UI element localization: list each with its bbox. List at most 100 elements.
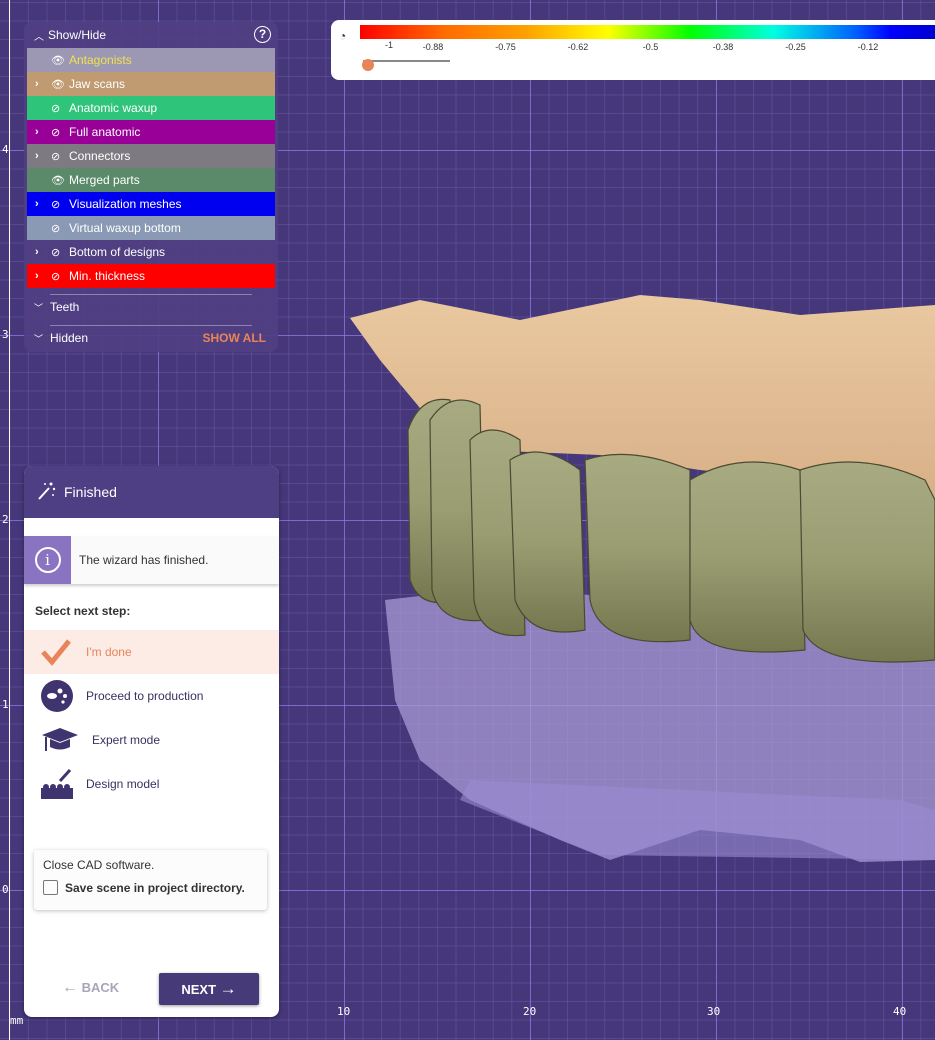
teeth-section[interactable]: ﹀ Teeth	[24, 295, 278, 319]
hidden-section[interactable]: ﹀ Hidden SHOW ALL	[24, 326, 278, 350]
layer-row-virtual-waxup-bottom[interactable]: ⊘ Virtual waxup bottom	[27, 216, 275, 240]
option-label: Proceed to production	[86, 689, 204, 703]
chevron-down-icon: ﹀	[34, 302, 44, 313]
color-scale-tick: -0.5	[642, 42, 659, 52]
wizard-header: Finished	[24, 466, 279, 518]
eye-off-icon[interactable]: ⊘	[51, 270, 69, 283]
ruler-label: 1	[2, 698, 9, 711]
info-icon: i	[34, 547, 61, 573]
eye-off-icon[interactable]: ⊘	[51, 126, 69, 139]
save-scene-checkbox[interactable]	[43, 880, 58, 895]
checkmark-icon	[40, 634, 86, 670]
show-hide-title: Show/Hide	[48, 28, 107, 42]
chevron-right-icon[interactable]: ›	[35, 78, 51, 90]
layer-label: Antagonists	[69, 53, 132, 67]
option-label: I'm done	[86, 645, 132, 659]
ruler-label: 40	[893, 1005, 907, 1018]
eye-off-icon[interactable]: ⊘	[51, 150, 69, 163]
color-scale-tick: -0.88	[422, 42, 444, 52]
layer-row-merged-parts[interactable]: 👁 Merged parts	[27, 168, 275, 192]
show-hide-header[interactable]: ︿ Show/Hide ?	[24, 22, 278, 48]
eye-off-icon[interactable]: ⊘	[51, 246, 69, 259]
wizard-panel: Finished i The wizard has finished. Sele…	[24, 466, 279, 1017]
color-scale	[360, 25, 935, 39]
layer-label: Bottom of designs	[69, 245, 166, 259]
layer-label: Virtual waxup bottom	[69, 221, 181, 235]
arrow-left-icon: ←	[62, 979, 78, 996]
vertical-ruler: 4 3 2 1 0	[0, 0, 10, 1040]
show-all-button[interactable]: SHOW ALL	[202, 331, 266, 345]
layer-label: Full anatomic	[69, 125, 141, 139]
back-label: BACK	[81, 980, 120, 995]
option-label: Design model	[86, 777, 160, 791]
option-im-done[interactable]: I'm done	[24, 630, 279, 674]
chevron-right-icon[interactable]: ›	[35, 150, 51, 162]
color-scale-tick: -0.75	[495, 42, 516, 52]
gauge-icon[interactable]: ◔	[339, 29, 346, 43]
ruler-label: 30	[707, 1005, 721, 1018]
color-scale-tick: -1	[384, 40, 394, 50]
layer-row-min-thickness[interactable]: › ⊘ Min. thickness	[27, 264, 275, 288]
option-label: Expert mode	[92, 733, 161, 747]
layer-row-antagonists[interactable]: 👁 Antagonists	[27, 48, 275, 72]
ruler-label: 2	[2, 513, 9, 526]
layer-row-visualization-meshes[interactable]: › ⊘ Visualization meshes	[27, 192, 275, 216]
chevron-down-icon: ﹀	[34, 333, 44, 344]
chevron-right-icon[interactable]: ›	[35, 246, 51, 258]
ruler-label: 20	[523, 1005, 537, 1018]
arrow-right-icon: →	[219, 979, 237, 998]
eye-off-icon[interactable]: ⊘	[51, 102, 69, 115]
ruler-label: 0	[2, 883, 9, 896]
eye-icon[interactable]: 👁	[51, 174, 69, 187]
layer-row-connectors[interactable]: › ⊘ Connectors	[27, 144, 275, 168]
color-scale-tick: -0.25	[785, 42, 806, 52]
graduation-cap-icon	[40, 722, 92, 758]
layer-label: Visualization meshes	[69, 197, 182, 211]
eye-off-icon[interactable]: ⊘	[51, 222, 69, 235]
eye-off-icon[interactable]: ⊘	[51, 198, 69, 211]
next-label: NEXT	[181, 981, 217, 997]
magic-wand-icon	[36, 481, 56, 504]
save-scene-label: Save scene in project directory.	[65, 880, 245, 895]
layer-label: Min. thickness	[69, 269, 146, 283]
chevron-up-icon: ︿	[34, 31, 44, 43]
deviation-color-bar: ◔ -1 -0.88 -0.75 -0.62 -0.5 -0.38 -0.25 -0.12	[331, 20, 935, 80]
eye-icon[interactable]: 👁	[51, 54, 69, 67]
design-model-icon	[40, 766, 86, 802]
layer-label: Anatomic waxup	[69, 101, 158, 115]
layer-label: Jaw scans	[69, 77, 126, 91]
eye-icon[interactable]: 👁	[51, 78, 69, 91]
chevron-right-icon[interactable]: ›	[35, 126, 51, 138]
ruler-label: 3	[2, 328, 9, 341]
close-cad-text: Close CAD software.	[43, 858, 155, 872]
production-icon	[40, 678, 86, 714]
info-message: i The wizard has finished.	[24, 536, 279, 584]
layer-label: Connectors	[69, 149, 131, 163]
next-button[interactable]: NEXT →	[159, 973, 259, 1005]
ruler-unit: mm	[10, 1014, 24, 1027]
show-hide-panel: ︿ Show/Hide ? 👁 Antagonists › 👁 Jaw scans ⊘ An…	[24, 22, 278, 352]
threshold-slider-knob[interactable]	[362, 59, 374, 71]
layer-row-bottom-of-designs[interactable]: › ⊘ Bottom of designs	[27, 240, 275, 264]
threshold-slider-track[interactable]	[363, 60, 450, 62]
chevron-right-icon[interactable]: ›	[35, 198, 51, 210]
layer-row-jaw-scans[interactable]: › 👁 Jaw scans	[27, 72, 275, 96]
save-scene-checkbox-row[interactable]: Save scene in project directory.	[43, 880, 258, 895]
horizontal-ruler: mm 0 10 20 30 40	[0, 1005, 935, 1040]
back-button[interactable]: ← BACK	[62, 979, 119, 997]
select-next-step-label: Select next step:	[35, 604, 131, 618]
close-cad-box: Close CAD software. Save scene in projec…	[34, 850, 267, 910]
option-proceed-to-production[interactable]: Proceed to production	[24, 674, 279, 718]
hidden-label: Hidden	[50, 331, 89, 345]
layer-row-full-anatomic[interactable]: › ⊘ Full anatomic	[27, 120, 275, 144]
wizard-title: Finished	[64, 484, 117, 500]
chevron-right-icon[interactable]: ›	[35, 270, 51, 282]
option-expert-mode[interactable]: Expert mode	[24, 718, 279, 762]
info-text: The wizard has finished.	[79, 553, 209, 567]
ruler-label: 4	[2, 143, 9, 156]
color-scale-tick: -0.62	[567, 42, 589, 52]
help-icon[interactable]: ?	[254, 26, 271, 43]
teeth-label: Teeth	[50, 300, 80, 314]
layer-row-anatomic-waxup[interactable]: ⊘ Anatomic waxup	[27, 96, 275, 120]
option-design-model[interactable]: Design model	[24, 762, 279, 806]
